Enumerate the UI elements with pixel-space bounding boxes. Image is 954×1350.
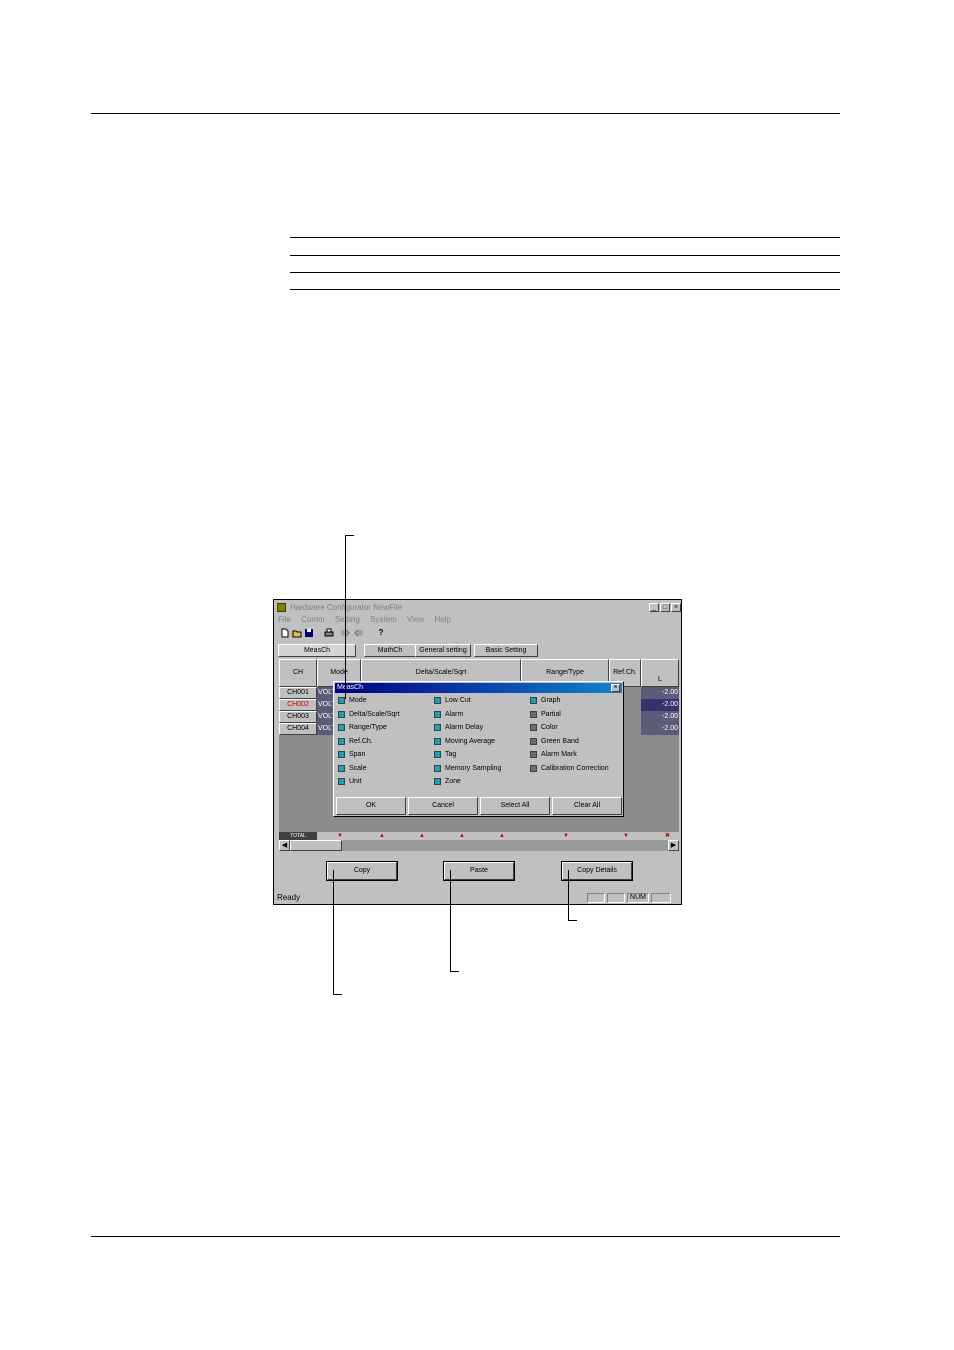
checkbox-checked[interactable] — [338, 751, 345, 758]
checkbox-checked[interactable] — [338, 778, 345, 785]
status-panel — [607, 893, 625, 903]
tab-mathch[interactable]: MathCh — [364, 644, 416, 657]
l-cell[interactable]: -2.00 — [641, 687, 679, 699]
tab-general-setting[interactable]: General setting — [415, 644, 471, 657]
app-icon — [277, 603, 286, 612]
checkbox-unchecked[interactable] — [530, 765, 537, 772]
menu-system[interactable]: System — [370, 615, 397, 624]
dialog-close-button[interactable]: × — [611, 684, 620, 692]
callout-copy-line — [333, 870, 342, 995]
up-arrow-icon[interactable]: ▲ — [499, 832, 505, 840]
scroll-thumb[interactable] — [290, 840, 342, 851]
l-cell[interactable]: -2.00 — [641, 711, 679, 723]
checkbox-checked[interactable] — [338, 711, 345, 718]
checkbox-unchecked[interactable] — [530, 738, 537, 745]
row-ch001[interactable]: CH001 — [279, 687, 317, 699]
checkbox-checked[interactable] — [434, 724, 441, 731]
checkbox-checked[interactable] — [434, 751, 441, 758]
print-icon[interactable] — [324, 628, 334, 638]
menu-file[interactable]: File — [278, 615, 291, 624]
status-panel — [651, 893, 671, 903]
l-cell[interactable]: -2.00 — [641, 699, 679, 711]
open-folder-icon[interactable] — [292, 628, 302, 638]
checkbox-checked[interactable] — [338, 738, 345, 745]
callout-copy-details-line — [568, 870, 577, 921]
table-rule-bottom — [290, 289, 840, 290]
table-rule-row — [290, 272, 840, 273]
l-cell[interactable]: -2.00 — [641, 723, 679, 735]
callout-paste-line — [450, 870, 459, 972]
close-button[interactable]: × — [671, 603, 681, 612]
status-panel — [587, 893, 605, 903]
receive-icon[interactable] — [354, 628, 364, 638]
row-ch002[interactable]: CH002 — [279, 699, 317, 711]
scroll-right-icon[interactable]: ▶ — [668, 840, 679, 851]
checkbox-checked[interactable] — [530, 697, 537, 704]
cancel-button[interactable]: Cancel — [408, 797, 478, 815]
table-rule-top — [290, 237, 840, 238]
minimize-button[interactable]: _ — [649, 603, 659, 612]
maximize-button[interactable]: □ — [660, 603, 670, 612]
table-rule-mid — [290, 255, 840, 256]
checkbox-unchecked[interactable] — [530, 724, 537, 731]
total-label: TOTAL — [279, 832, 317, 840]
checkbox-checked[interactable] — [338, 697, 345, 704]
row-ch003[interactable]: CH003 — [279, 711, 317, 723]
checkbox-checked[interactable] — [434, 778, 441, 785]
new-file-icon[interactable] — [280, 628, 290, 638]
col-header-l[interactable]: L — [641, 659, 679, 687]
checkbox-checked[interactable] — [434, 697, 441, 704]
save-icon[interactable] — [304, 628, 314, 638]
status-num: NUM — [627, 893, 649, 903]
menu-help[interactable]: Help — [434, 615, 450, 624]
down-arrow-icon[interactable]: ▼ — [337, 832, 343, 840]
checkbox-checked[interactable] — [338, 765, 345, 772]
checkbox-unchecked[interactable] — [530, 711, 537, 718]
footer-rule — [91, 1236, 840, 1237]
x-mark-icon[interactable]: ✖ — [665, 832, 670, 840]
menu-view[interactable]: View — [407, 615, 424, 624]
clear-all-button[interactable]: Clear All — [552, 797, 622, 815]
up-arrow-icon[interactable]: ▲ — [459, 832, 465, 840]
callout-dialog-line — [345, 535, 354, 699]
header-rule — [91, 113, 840, 114]
checkbox-checked[interactable] — [434, 711, 441, 718]
down-arrow-icon[interactable]: ▼ — [623, 832, 629, 840]
status-ready: Ready — [277, 893, 301, 902]
measch-dialog: MeasCh × Mode Delta/Scale/Sqrt Range/Typ… — [333, 681, 624, 817]
row-ch004[interactable]: CH004 — [279, 723, 317, 735]
checkbox-checked[interactable] — [434, 738, 441, 745]
down-arrow-icon[interactable]: ▼ — [563, 832, 569, 840]
total-row: TOTAL ▼ ▲ ▲ ▲ ▲ ▼ ▼ ✖ — [279, 832, 679, 840]
dialog-title-bar[interactable]: MeasCh × — [335, 683, 622, 693]
checkbox-checked[interactable] — [338, 724, 345, 731]
menu-bar: File Comm Setting System View Help — [278, 615, 459, 626]
up-arrow-icon[interactable]: ▲ — [379, 832, 385, 840]
checkbox-unchecked[interactable] — [530, 751, 537, 758]
up-arrow-icon[interactable]: ▲ — [419, 832, 425, 840]
ok-button[interactable]: OK — [336, 797, 406, 815]
scroll-left-icon[interactable]: ◀ — [279, 840, 290, 851]
horizontal-scrollbar[interactable]: ◀ ▶ — [279, 840, 679, 851]
col-header-ch[interactable]: CH — [279, 659, 317, 687]
tab-basic-setting[interactable]: Basic Setting — [474, 644, 538, 657]
menu-comm[interactable]: Comm — [301, 615, 325, 624]
help-icon[interactable]: ? — [376, 628, 386, 638]
title-bar[interactable]: Hardware Configurator NewFile _ □ × — [275, 601, 681, 614]
checkbox-checked[interactable] — [434, 765, 441, 772]
select-all-button[interactable]: Select All — [480, 797, 550, 815]
